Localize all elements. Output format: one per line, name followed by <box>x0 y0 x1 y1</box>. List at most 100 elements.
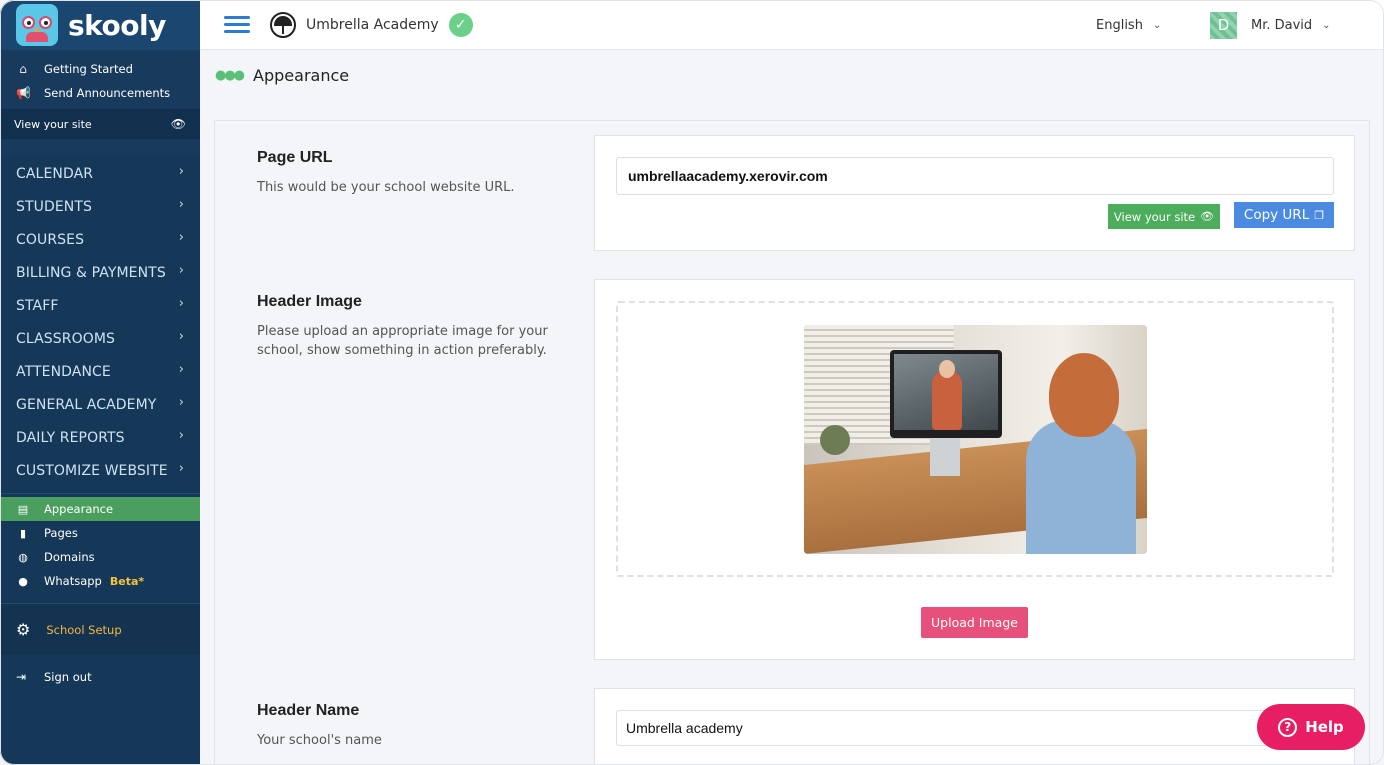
sidebar: skooly ⌂ Getting Started 📢 Send Announce… <box>0 0 200 765</box>
chevron-right-icon: › <box>178 197 184 212</box>
chevron-down-icon: ⌄ <box>1322 19 1331 31</box>
chevron-right-icon: › <box>178 461 184 476</box>
language-select[interactable]: English ⌄ <box>1096 0 1161 50</box>
school-name: Umbrella Academy <box>306 16 439 33</box>
megaphone-icon: 📢 <box>16 86 31 100</box>
sidebar-item-daily-reports[interactable]: DAILY REPORTS › <box>0 421 200 454</box>
layout-icon: ▤ <box>17 502 29 516</box>
owl-logo-icon <box>16 4 58 46</box>
eye-icon: 👁 <box>170 117 186 131</box>
sidebar-item-domains[interactable]: ◍ Domains <box>0 545 200 569</box>
sidebar-item-whatsapp[interactable]: ● Whatsapp Beta* <box>0 569 200 593</box>
view-site-label: View your site <box>14 117 92 131</box>
sidebar-nav: CALENDAR › STUDENTS › COURSES › BILLING & P… <box>0 157 200 487</box>
chevron-right-icon: › <box>178 296 184 311</box>
sidebar-item-label: Whatsapp <box>44 574 102 588</box>
users-icon: ●●● <box>215 67 245 83</box>
chevron-right-icon: › <box>178 329 184 344</box>
sidebar-item-label: GENERAL ACADEMY <box>16 396 157 413</box>
sidebar-item-calendar[interactable]: CALENDAR › <box>0 157 200 190</box>
section-description: This would be your school website URL. <box>257 180 515 195</box>
header-name-card: Umbrella academy <box>594 688 1355 765</box>
upload-image-button[interactable]: Upload Image <box>921 607 1028 638</box>
question-icon: ? <box>1278 717 1298 737</box>
file-icon: ▮ <box>19 526 27 540</box>
page-title: Appearance <box>253 65 350 85</box>
avatar: D <box>1210 11 1237 39</box>
whatsapp-icon: ● <box>18 574 28 588</box>
header-image-section-label: Header Image Please upload an appropriat… <box>257 293 567 360</box>
beta-badge: Beta* <box>109 574 145 588</box>
chevron-right-icon: › <box>178 263 184 278</box>
header-name-field[interactable]: Umbrella academy <box>616 710 1334 746</box>
customize-website-submenu: ▤ Appearance ▮ Pages ◍ Domains ● Whatsap… <box>0 493 200 593</box>
section-title: Header Name <box>257 702 360 719</box>
header-name-section-label: Header Name Your school's name <box>257 702 567 750</box>
sidebar-item-send-announcements[interactable]: 📢 Send Announcements <box>0 81 200 105</box>
view-your-site-button[interactable]: View your site 👁 <box>1108 204 1220 229</box>
umbrella-logo-icon <box>270 11 296 38</box>
help-button[interactable]: ? Help <box>1257 704 1365 750</box>
sidebar-item-appearance[interactable]: ▤ Appearance <box>0 497 200 521</box>
sidebar-item-label: ATTENDANCE <box>16 363 111 380</box>
sidebar-item-school-setup[interactable]: ⚙ School Setup <box>0 603 200 655</box>
hamburger-menu-icon[interactable] <box>224 12 250 37</box>
brand[interactable]: skooly <box>0 0 200 50</box>
sidebar-item-attendance[interactable]: ATTENDANCE › <box>0 355 200 388</box>
copy-url-button[interactable]: Copy URL ❐ <box>1234 202 1334 228</box>
page-url-field[interactable]: umbrellaacademy.xerovir.com <box>616 157 1334 195</box>
sidebar-item-courses[interactable]: COURSES › <box>0 223 200 256</box>
sidebar-item-getting-started[interactable]: ⌂ Getting Started <box>0 57 200 81</box>
globe-icon: ◍ <box>18 550 28 564</box>
top-bar: Umbrella Academy ✓ English ⌄ D Mr. David… <box>200 0 1384 50</box>
page-url-section-label: Page URL This would be your school websi… <box>257 149 567 197</box>
sidebar-item-label: BILLING & PAYMENTS <box>16 264 166 281</box>
sidebar-item-label: Domains <box>44 550 95 564</box>
sidebar-item-staff[interactable]: STAFF › <box>0 289 200 322</box>
sidebar-item-label: CALENDAR <box>16 165 94 182</box>
sidebar-item-label: DAILY REPORTS <box>16 429 125 446</box>
chevron-right-icon: › <box>178 395 184 410</box>
brand-name: skooly <box>68 8 166 42</box>
sidebar-item-label: School Setup <box>46 622 122 637</box>
sidebar-item-general-academy[interactable]: GENERAL ACADEMY › <box>0 388 200 421</box>
sidebar-item-label: Appearance <box>44 502 114 516</box>
chevron-right-icon: › <box>178 362 184 377</box>
sidebar-item-label: Send Announcements <box>44 86 171 100</box>
top-links: ⌂ Getting Started 📢 Send Announcements V… <box>0 50 200 157</box>
eye-icon: 👁 <box>1200 210 1215 223</box>
sidebar-item-pages[interactable]: ▮ Pages <box>0 521 200 545</box>
header-image-preview <box>804 325 1147 554</box>
sidebar-item-billing[interactable]: BILLING & PAYMENTS › <box>0 256 200 289</box>
page-url-card: umbrellaacademy.xerovir.com View your si… <box>594 135 1355 251</box>
home-icon: ⌂ <box>19 62 27 76</box>
sidebar-item-label: STAFF <box>16 297 59 314</box>
chevron-right-icon: › <box>178 230 184 245</box>
chevron-right-icon: › <box>178 164 184 179</box>
sidebar-item-sign-out[interactable]: ⇥ Sign out <box>0 655 200 699</box>
header-image-card: Upload Image <box>594 279 1355 660</box>
image-dropzone[interactable] <box>616 301 1334 577</box>
section-title: Page URL <box>257 149 333 166</box>
view-your-site-link[interactable]: View your site 👁 <box>0 109 200 139</box>
button-label: Copy URL <box>1243 207 1310 223</box>
chevron-right-icon: › <box>178 428 184 443</box>
sign-out-icon: ⇥ <box>16 670 27 684</box>
verified-check-icon: ✓ <box>448 12 473 37</box>
section-description: Your school's name <box>257 733 382 748</box>
sidebar-item-customize-website[interactable]: CUSTOMIZE WEBSITE › <box>0 454 200 487</box>
language-label: English <box>1096 17 1143 33</box>
sidebar-item-students[interactable]: STUDENTS › <box>0 190 200 223</box>
user-menu[interactable]: D Mr. David ⌄ <box>1210 0 1331 50</box>
help-label: Help <box>1305 718 1344 736</box>
user-name: Mr. David <box>1251 17 1313 33</box>
sidebar-item-label: CLASSROOMS <box>16 330 115 347</box>
chevron-down-icon: ⌄ <box>1152 19 1162 31</box>
sidebar-item-classrooms[interactable]: CLASSROOMS › <box>0 322 200 355</box>
section-description: Please upload an appropriate image for y… <box>257 324 548 358</box>
sidebar-item-label: Sign out <box>44 670 92 684</box>
copy-icon: ❐ <box>1314 208 1325 222</box>
section-title: Header Image <box>257 293 362 310</box>
sidebar-item-label: STUDENTS <box>16 198 93 215</box>
sidebar-item-label: Pages <box>44 526 78 540</box>
